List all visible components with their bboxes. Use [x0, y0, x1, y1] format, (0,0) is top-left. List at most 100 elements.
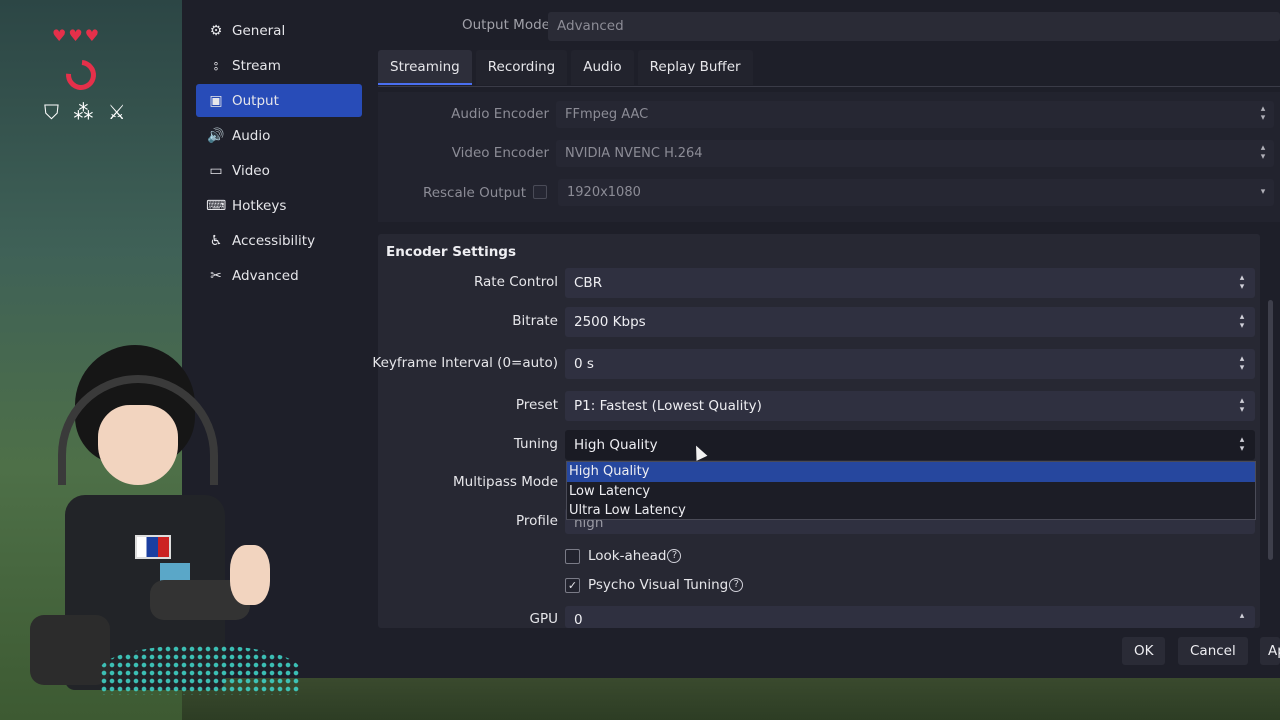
- tab-audio[interactable]: Audio: [571, 50, 634, 85]
- spin-arrows-icon[interactable]: ▴ ▾: [1237, 349, 1247, 373]
- spin-arrows-icon: ▴ ▾: [1239, 396, 1245, 415]
- monitor-icon: ▭: [209, 162, 223, 179]
- sidebar-item-label: Hotkeys: [232, 197, 287, 214]
- sidebar-item-label: Video: [232, 162, 270, 179]
- gear-icon: ⚙: [209, 22, 223, 39]
- sidebar-item-audio[interactable]: 🔊 Audio: [196, 119, 366, 152]
- preset-label: Preset: [515, 397, 558, 413]
- sidebar-item-output[interactable]: ▣ Output: [196, 84, 362, 117]
- avatar-bag: [30, 615, 110, 685]
- preset-value: P1: Fastest (Lowest Quality): [574, 398, 762, 414]
- keyframe-interval-spinbox[interactable]: 0 s ▴ ▾: [565, 349, 1255, 379]
- rate-control-select[interactable]: CBR ▴ ▾: [565, 268, 1255, 298]
- spin-arrows-icon: ▴ ▾: [1260, 104, 1266, 123]
- spin-arrows-icon: ▴ ▾: [1239, 273, 1245, 292]
- audio-encoder-value: FFmpeg AAC: [565, 107, 649, 122]
- keyboard-icon: ⌨: [206, 197, 227, 214]
- tab-recording[interactable]: Recording: [475, 50, 568, 85]
- rescale-output-checkbox[interactable]: [533, 185, 547, 199]
- keyframe-interval-label: Keyframe Interval (0=auto): [372, 355, 558, 371]
- output-mode-select[interactable]: Advanced: [548, 12, 1280, 41]
- rate-control-value: CBR: [574, 275, 603, 291]
- sidebar-item-hotkeys[interactable]: ⌨ Hotkeys: [196, 189, 366, 222]
- output-icon: ▣: [209, 92, 223, 109]
- sidebar-item-video[interactable]: ▭ Video: [196, 154, 366, 187]
- hearts-icon: ♥♥♥: [52, 26, 102, 45]
- help-icon[interactable]: ?: [667, 549, 682, 563]
- tuning-label: Tuning: [513, 436, 558, 452]
- psycho-visual-checkbox[interactable]: ✓: [565, 577, 580, 593]
- sidebar-item-label: Output: [232, 92, 279, 109]
- rescale-output-label: Rescale Output: [422, 185, 526, 201]
- gpu-spinbox[interactable]: 0 ▴: [565, 606, 1255, 628]
- scrollbar-thumb[interactable]: [1268, 300, 1273, 560]
- vtuber-avatar: [30, 345, 280, 690]
- stream-backdrop-ground: [182, 678, 1280, 720]
- video-encoder-select[interactable]: NVIDIA NVENC H.264 ▴ ▾: [556, 140, 1274, 167]
- game-hud: ♥♥♥ ⛉ ⁂ ⚔: [40, 22, 140, 132]
- tab-divider: [378, 86, 1280, 87]
- tuning-option-ultra-low-latency[interactable]: Ultra Low Latency: [567, 501, 1255, 521]
- sidebar-item-stream[interactable]: ⦂ Stream: [196, 49, 366, 82]
- gpu-value: 0: [574, 612, 583, 628]
- ok-button[interactable]: OK: [1122, 637, 1166, 665]
- help-icon[interactable]: ?: [729, 578, 744, 592]
- output-tabs: Streaming Recording Audio Replay Buffer: [378, 50, 757, 86]
- tab-replay-buffer[interactable]: Replay Buffer: [637, 50, 753, 85]
- sidebar-item-label: Stream: [232, 57, 281, 74]
- dialog-button-bar: [182, 628, 1280, 678]
- bitrate-spinbox[interactable]: 2500 Kbps ▴ ▾: [565, 307, 1255, 337]
- psycho-visual-label: Psycho Visual Tuning: [588, 577, 729, 593]
- tuning-value: High Quality: [574, 437, 658, 453]
- sidebar-item-accessibility[interactable]: ♿ Accessibility: [196, 224, 366, 257]
- rescale-output-value: 1920x1080: [567, 185, 641, 200]
- multipass-mode-label: Multipass Mode: [453, 474, 558, 490]
- keyframe-interval-value: 0 s: [574, 356, 594, 372]
- sidebar-item-label: General: [232, 22, 286, 39]
- gear-loadout-icon: ⛉ ⁂ ⚔: [44, 100, 130, 124]
- spin-arrows-icon: ▴ ▾: [1239, 435, 1245, 454]
- tuning-option-high-quality[interactable]: High Quality: [567, 462, 1255, 482]
- sidebar-item-label: Advanced: [232, 267, 299, 284]
- accessibility-icon: ♿: [209, 232, 223, 249]
- cancel-button[interactable]: Cancel: [1178, 637, 1248, 665]
- apply-button[interactable]: Apply: [1260, 637, 1280, 665]
- spin-arrows-icon[interactable]: ▴: [1237, 606, 1247, 621]
- preset-select[interactable]: P1: Fastest (Lowest Quality) ▴ ▾: [565, 391, 1255, 421]
- rate-control-label: Rate Control: [473, 274, 558, 290]
- audio-encoder-label: Audio Encoder: [451, 106, 549, 122]
- flag-patch-icon: [135, 535, 171, 559]
- tuning-dropdown-list: High Quality Low Latency Ultra Low Laten…: [566, 461, 1256, 520]
- avatar-hand: [230, 545, 270, 605]
- bitrate-value: 2500 Kbps: [574, 314, 646, 330]
- spin-arrows-icon[interactable]: ▴ ▾: [1237, 307, 1247, 331]
- settings-sidebar: ⚙ General ⦂ Stream ▣ Output 🔊 Audio ▭ Vi…: [196, 14, 366, 294]
- bitrate-label: Bitrate: [512, 313, 558, 329]
- tab-streaming[interactable]: Streaming: [378, 50, 472, 85]
- sidebar-item-label: Accessibility: [232, 232, 316, 249]
- magnet-icon: [59, 53, 103, 97]
- speaker-icon: 🔊: [207, 127, 225, 144]
- video-encoder-label: Video Encoder: [451, 145, 549, 161]
- audio-encoder-select[interactable]: FFmpeg AAC ▴ ▾: [556, 101, 1274, 128]
- lookahead-label: Look-ahead: [588, 548, 667, 564]
- tuning-select[interactable]: High Quality ▴ ▾: [565, 430, 1255, 460]
- sidebar-item-general[interactable]: ⚙ General: [196, 14, 366, 47]
- lookahead-checkbox[interactable]: [565, 548, 580, 564]
- chevron-down-icon: ▾: [1260, 187, 1266, 197]
- rescale-output-select[interactable]: 1920x1080 ▾: [558, 179, 1274, 206]
- antenna-icon: ⦂: [213, 57, 219, 74]
- audio-visualizer: [100, 645, 300, 695]
- spin-arrows-icon: ▴ ▾: [1260, 143, 1266, 162]
- sidebar-item-label: Audio: [232, 127, 271, 144]
- gpu-label: GPU: [529, 611, 558, 627]
- tuning-option-low-latency[interactable]: Low Latency: [567, 482, 1255, 502]
- lookahead-row: Look-ahead ?: [565, 548, 682, 564]
- psycho-visual-row: ✓ Psycho Visual Tuning ?: [565, 577, 744, 593]
- profile-label: Profile: [516, 513, 558, 529]
- tools-icon: ✂: [210, 267, 222, 284]
- video-encoder-value: NVIDIA NVENC H.264: [565, 146, 703, 161]
- encoder-settings-title: Encoder Settings: [386, 244, 517, 260]
- sidebar-item-advanced[interactable]: ✂ Advanced: [196, 259, 366, 292]
- output-mode-label: Output Mode: [462, 17, 550, 33]
